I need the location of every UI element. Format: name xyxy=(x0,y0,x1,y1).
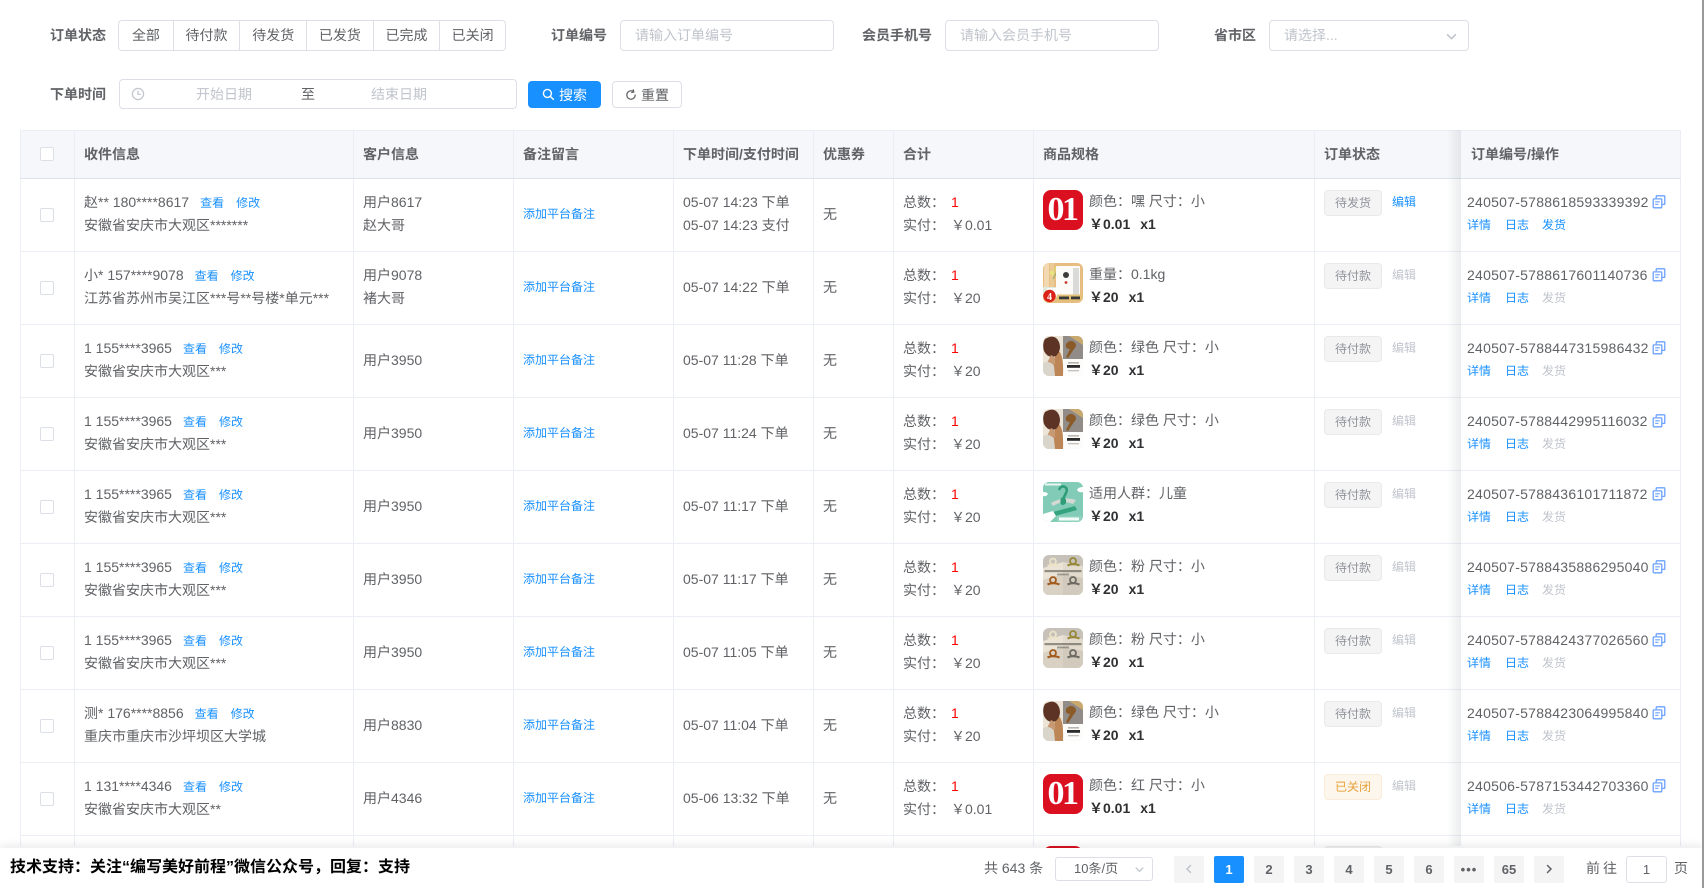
svg-text:4: 4 xyxy=(1047,292,1052,303)
